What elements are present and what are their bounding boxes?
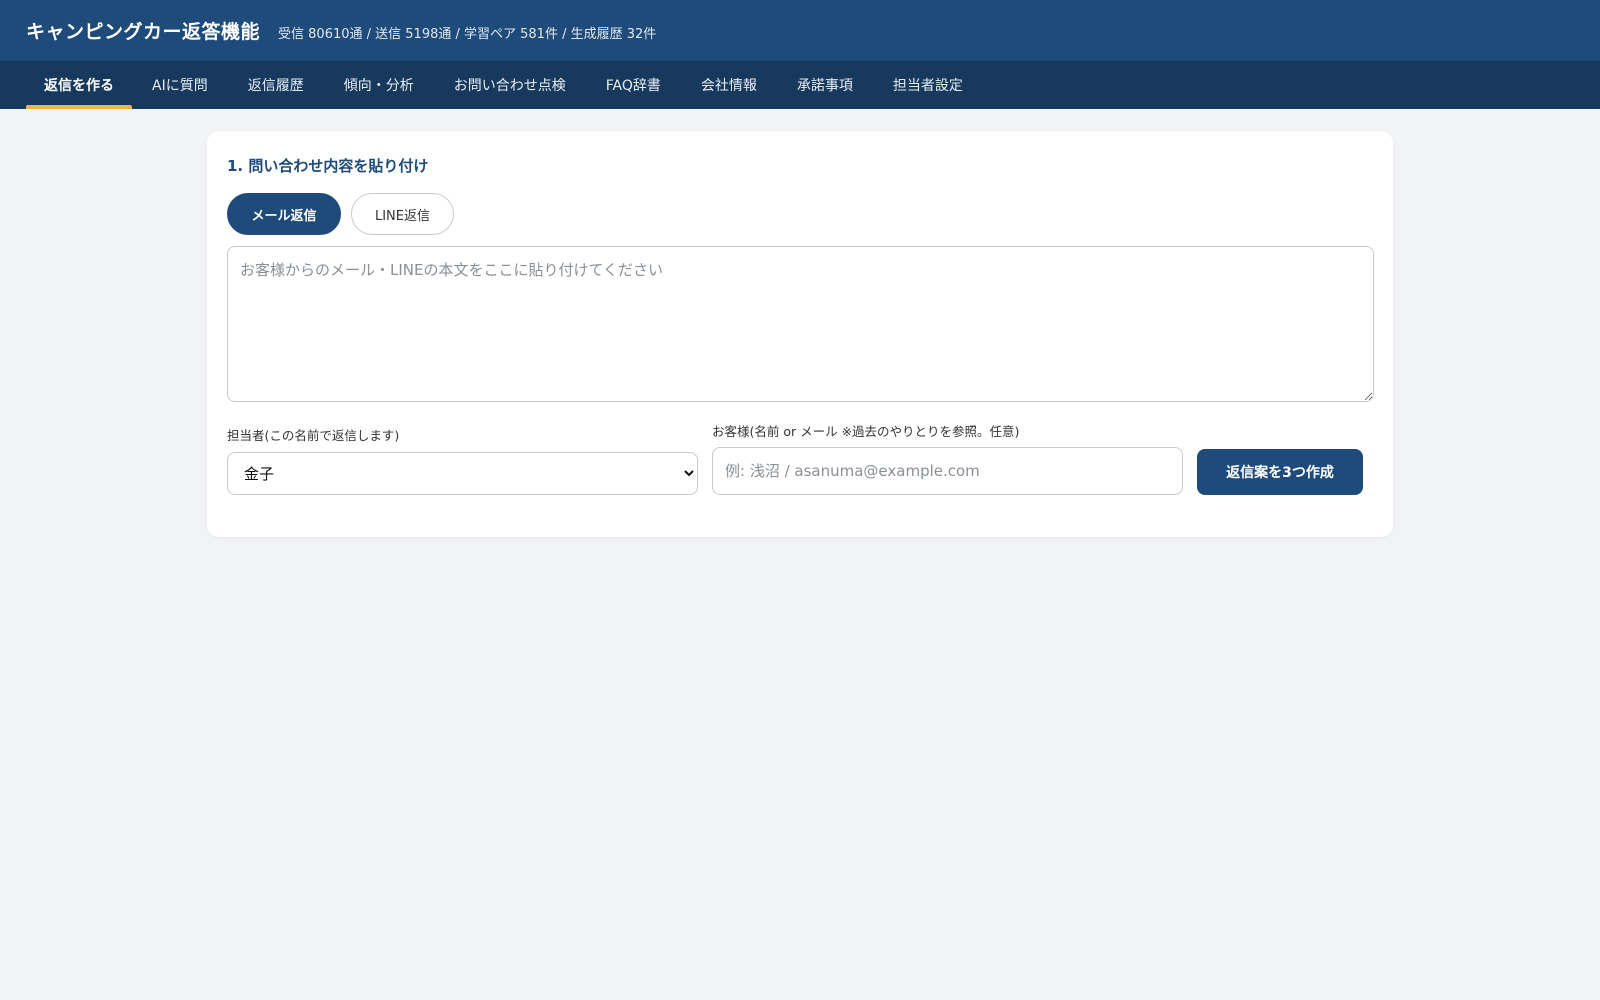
reply-mode-toggle: メール返信 LINE返信	[227, 193, 1373, 235]
app-header: キャンピングカー返答機能 受信 80610通 / 送信 5198通 / 学習ペア…	[0, 0, 1600, 61]
tab-company-info[interactable]: 会社情報	[681, 61, 777, 109]
inquiry-textarea[interactable]	[227, 246, 1374, 402]
tab-inquiry-check[interactable]: お問い合わせ点検	[434, 61, 586, 109]
customer-input[interactable]	[712, 447, 1183, 495]
customer-field: お客様(名前 or メール ※過去のやりとりを参照。任意)	[712, 421, 1183, 495]
generate-replies-button[interactable]: 返信案を3つ作成	[1197, 449, 1363, 495]
tab-consent-items[interactable]: 承諾事項	[777, 61, 873, 109]
app-title: キャンピングカー返答機能	[26, 21, 261, 43]
tab-trends-analysis[interactable]: 傾向・分析	[324, 61, 434, 109]
tab-reply-history[interactable]: 返信履歴	[228, 61, 324, 109]
tab-ask-ai[interactable]: AIに質問	[132, 61, 228, 109]
tab-create-reply[interactable]: 返信を作る	[26, 61, 132, 109]
customer-label: お客様(名前 or メール ※過去のやりとりを参照。任意)	[712, 424, 1020, 439]
paste-inquiry-card: 1. 問い合わせ内容を貼り付け メール返信 LINE返信 担当者(この名前で返信…	[207, 131, 1393, 537]
line-reply-button[interactable]: LINE返信	[351, 193, 454, 235]
email-reply-button[interactable]: メール返信	[227, 193, 341, 235]
main-nav: 返信を作る AIに質問 返信履歴 傾向・分析 お問い合わせ点検 FAQ辞書 会社…	[0, 61, 1600, 109]
tab-staff-settings[interactable]: 担当者設定	[873, 61, 983, 109]
reply-options-row: 担当者(この名前で返信します) 金子 お客様(名前 or メール ※過去のやりと…	[227, 421, 1373, 495]
staff-label: 担当者(この名前で返信します)	[227, 428, 400, 443]
staff-select[interactable]: 金子	[227, 452, 698, 495]
tab-faq-dictionary[interactable]: FAQ辞書	[586, 61, 681, 109]
staff-field: 担当者(この名前で返信します) 金子	[227, 425, 698, 495]
section-title: 1. 問い合わせ内容を貼り付け	[227, 157, 429, 175]
app-stats: 受信 80610通 / 送信 5198通 / 学習ペア 581件 / 生成履歴 …	[278, 26, 657, 42]
